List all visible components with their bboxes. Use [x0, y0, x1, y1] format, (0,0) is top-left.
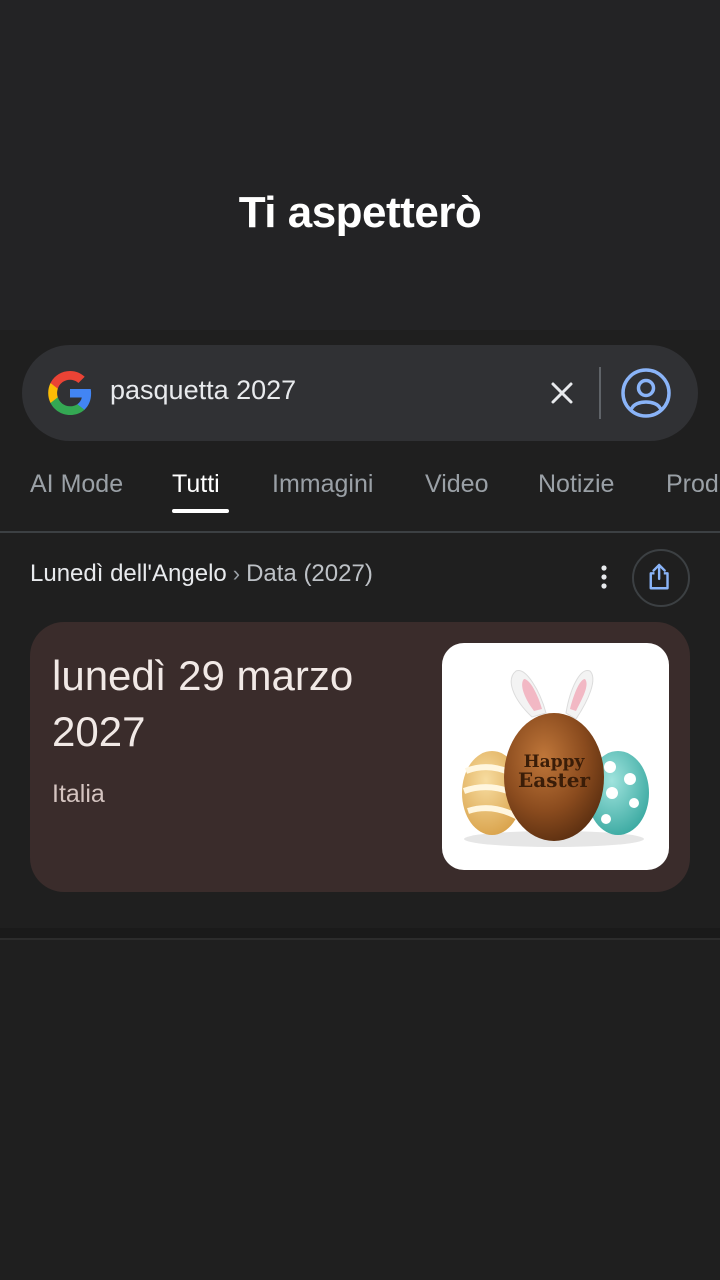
google-g-icon — [48, 371, 92, 415]
easter-egg-illustration: Happy Easter — [462, 670, 649, 847]
active-tab-indicator — [172, 509, 229, 513]
overlay-caption: Ti aspetterò — [238, 188, 482, 237]
tabs-divider — [0, 531, 720, 533]
story-overlay-band: Ti aspetterò — [0, 0, 720, 330]
tab-all[interactable]: Tutti — [172, 470, 220, 499]
share-button[interactable] — [632, 549, 690, 607]
tab-ai-mode[interactable]: AI Mode — [30, 470, 123, 499]
search-tabs: AI Mode Tutti Immagini Video Notizie Pro… — [0, 460, 720, 532]
breadcrumb: Lunedì dell'Angelo › Data (2027) — [30, 560, 373, 588]
easter-egg-image[interactable]: Happy Easter — [442, 643, 669, 870]
breadcrumb-entity[interactable]: Lunedì dell'Angelo — [30, 560, 227, 587]
tab-shopping[interactable]: Prod — [666, 470, 719, 499]
search-input[interactable]: pasquetta 2027 — [110, 375, 296, 406]
answer-country: Italia — [52, 780, 105, 808]
answer-date-line-1: lunedì 29 marzo — [52, 652, 354, 699]
share-icon — [649, 563, 669, 590]
tab-news[interactable]: Notizie — [538, 470, 614, 499]
tab-video[interactable]: Video — [425, 470, 489, 499]
search-results-page: pasquetta 2027 AI Mode Tutti Immagini Vi… — [0, 330, 720, 1280]
answer-date-line-2: 2027 — [52, 708, 146, 755]
answer-card[interactable]: lunedì 29 marzo 2027 Italia Happy Easter — [30, 622, 690, 892]
search-bar[interactable]: pasquetta 2027 — [22, 345, 698, 441]
account-circle-icon[interactable] — [620, 367, 672, 419]
tab-images[interactable]: Immagini — [272, 470, 373, 499]
search-bar-divider — [599, 367, 601, 419]
more-vert-icon[interactable] — [590, 560, 618, 594]
breadcrumb-separator: › — [232, 561, 241, 586]
breadcrumb-attribute: Data (2027) — [246, 560, 373, 587]
section-divider — [0, 928, 720, 940]
close-icon[interactable] — [540, 371, 584, 415]
image-text-easter: Easter — [518, 768, 590, 792]
answer-date: lunedì 29 marzo 2027 — [52, 648, 412, 760]
